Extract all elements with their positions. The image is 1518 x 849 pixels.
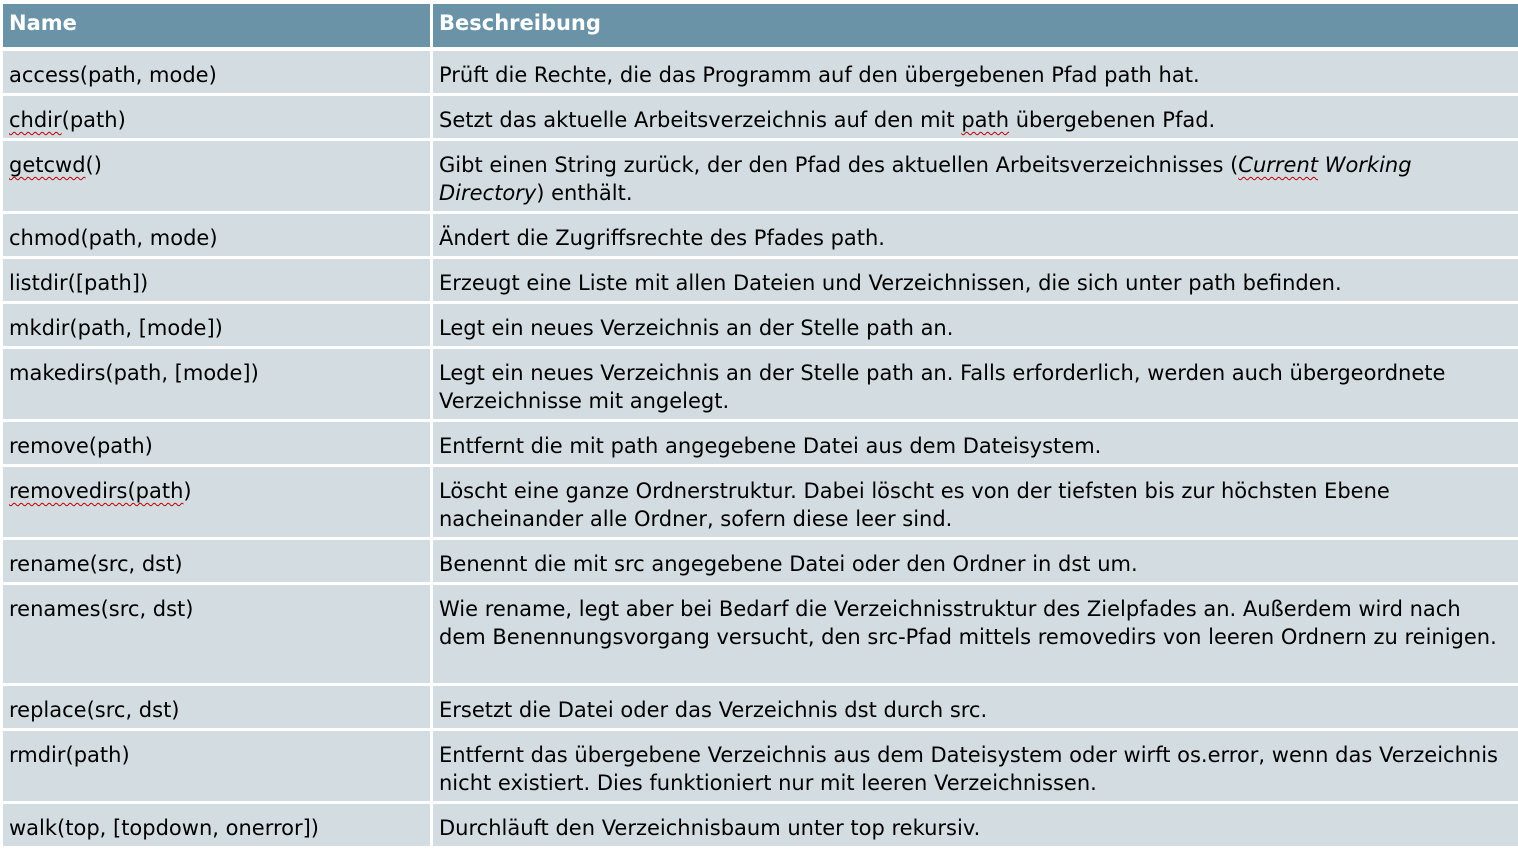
function-description: Entfernt das übergebene Verzeichnis aus … <box>433 731 1518 804</box>
function-description: Erzeugt eine Liste mit allen Dateien und… <box>433 259 1518 304</box>
function-description: Benennt die mit src angegebene Datei ode… <box>433 540 1518 585</box>
function-name: mkdir(path, [mode]) <box>3 304 433 349</box>
os-functions-table: Name Beschreibung access(path, mode) Prü… <box>3 4 1518 849</box>
table-row: chmod(path, mode) Ändert die Zugriffsrec… <box>3 214 1518 259</box>
function-description: Setzt das aktuelle Arbeitsverzeichnis au… <box>433 96 1518 141</box>
spellcheck-marked-text: path <box>961 108 1010 132</box>
name-text: (path) <box>61 108 126 132</box>
spellcheck-marked-text: Current <box>1238 153 1319 177</box>
function-description: Ersetzt die Datei oder das Verzeichnis d… <box>433 686 1518 731</box>
desc-text: Gibt einen String zurück, der den Pfad d… <box>439 153 1239 177</box>
function-name: removedirs(path) <box>3 467 433 540</box>
function-name: listdir([path]) <box>3 259 433 304</box>
function-name: remove(path) <box>3 422 433 467</box>
header-description: Beschreibung <box>433 4 1518 51</box>
spellcheck-marked-text: removedirs(path <box>9 479 184 503</box>
table-row: access(path, mode) Prüft die Rechte, die… <box>3 51 1518 96</box>
function-description: Legt ein neues Verzeichnis an der Stelle… <box>433 304 1518 349</box>
table-row: rename(src, dst) Benennt die mit src ang… <box>3 540 1518 585</box>
function-description: Löscht eine ganze Ordnerstruktur. Dabei … <box>433 467 1518 540</box>
table-header-row: Name Beschreibung <box>3 4 1518 51</box>
table-row: walk(top, [topdown, onerror]) Durchläuft… <box>3 804 1518 849</box>
function-name: rename(src, dst) <box>3 540 433 585</box>
function-name: access(path, mode) <box>3 51 433 96</box>
table-row: makedirs(path, [mode]) Legt ein neues Ve… <box>3 349 1518 422</box>
function-description: Entfernt die mit path angegebene Datei a… <box>433 422 1518 467</box>
table-row: remove(path) Entfernt die mit path angeg… <box>3 422 1518 467</box>
function-description: Wie rename, legt aber bei Bedarf die Ver… <box>433 585 1518 686</box>
function-description: Ändert die Zugriffsrechte des Pfades pat… <box>433 214 1518 259</box>
function-name: chmod(path, mode) <box>3 214 433 259</box>
table-row: getcwd() Gibt einen String zurück, der d… <box>3 141 1518 214</box>
name-text: () <box>85 153 102 177</box>
table-row: renames(src, dst) Wie rename, legt aber … <box>3 585 1518 686</box>
desc-text: ) enthält. <box>536 181 633 205</box>
function-name: replace(src, dst) <box>3 686 433 731</box>
header-name: Name <box>3 4 433 51</box>
name-text: ) <box>183 479 192 503</box>
function-description: Durchläuft den Verzeichnisbaum unter top… <box>433 804 1518 849</box>
function-description: Prüft die Rechte, die das Programm auf d… <box>433 51 1518 96</box>
table-row: mkdir(path, [mode]) Legt ein neues Verze… <box>3 304 1518 349</box>
table-row: removedirs(path) Löscht eine ganze Ordne… <box>3 467 1518 540</box>
function-description: Gibt einen String zurück, der den Pfad d… <box>433 141 1518 214</box>
spellcheck-marked-text: chdir <box>9 108 62 132</box>
spellcheck-marked-text: getcwd <box>9 153 86 177</box>
function-name: chdir(path) <box>3 96 433 141</box>
table-row: chdir(path) Setzt das aktuelle Arbeitsve… <box>3 96 1518 141</box>
desc-text: übergebenen Pfad. <box>1009 108 1216 132</box>
table-row: replace(src, dst) Ersetzt die Datei oder… <box>3 686 1518 731</box>
table-row: listdir([path]) Erzeugt eine Liste mit a… <box>3 259 1518 304</box>
table-row: rmdir(path) Entfernt das übergebene Verz… <box>3 731 1518 804</box>
function-name: renames(src, dst) <box>3 585 433 686</box>
function-name: walk(top, [topdown, onerror]) <box>3 804 433 849</box>
function-description: Legt ein neues Verzeichnis an der Stelle… <box>433 349 1518 422</box>
function-name: getcwd() <box>3 141 433 214</box>
desc-text: Setzt das aktuelle Arbeitsverzeichnis au… <box>439 108 962 132</box>
function-name: makedirs(path, [mode]) <box>3 349 433 422</box>
function-name: rmdir(path) <box>3 731 433 804</box>
